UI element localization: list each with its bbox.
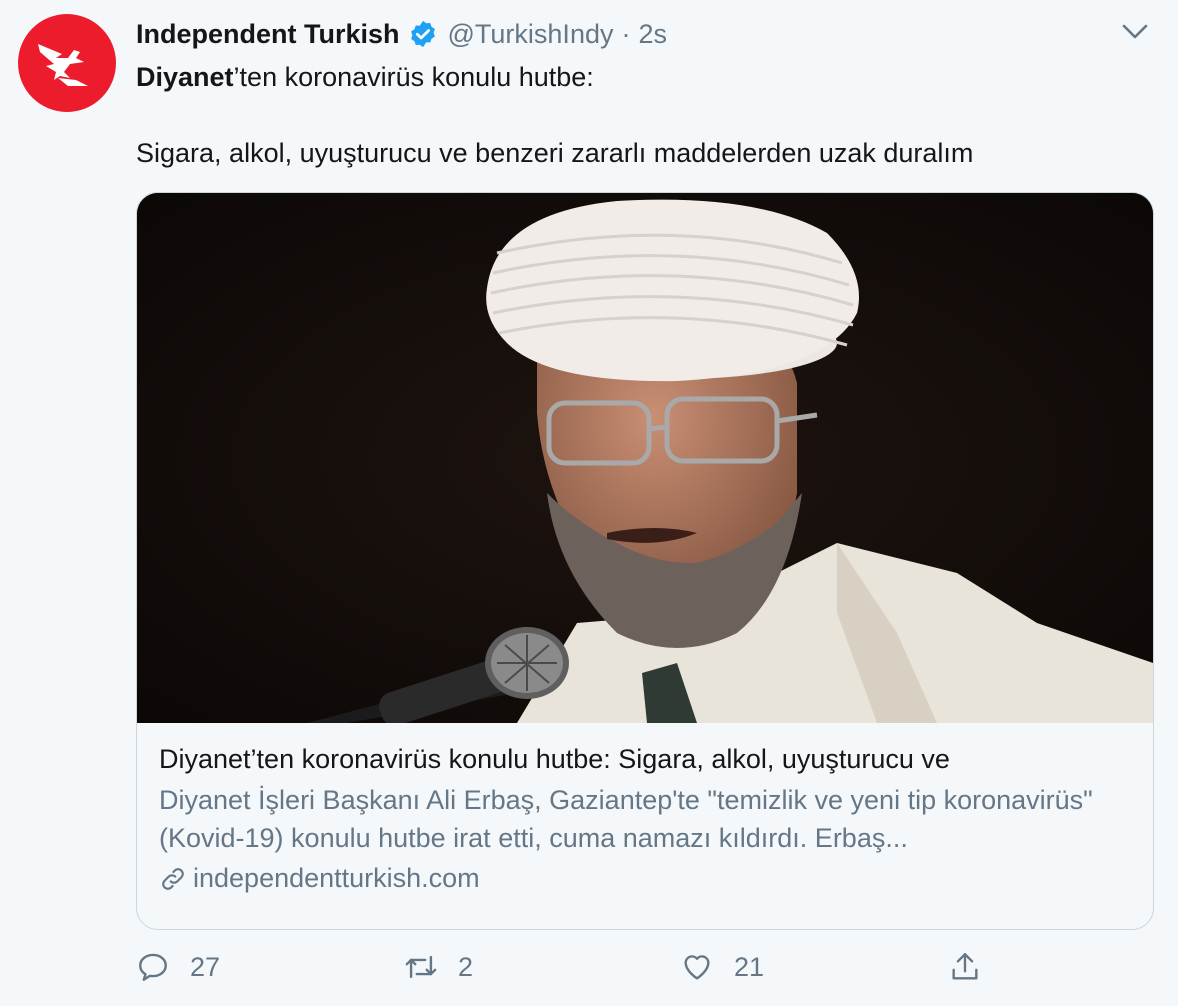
avatar[interactable] (18, 14, 116, 112)
tweet-text-rest: ’ten koronavirüs konulu hutbe: (233, 62, 594, 92)
tweet-timestamp[interactable]: 2s (638, 19, 667, 50)
reply-button[interactable]: 27 (136, 950, 220, 984)
share-icon (952, 953, 978, 980)
retweet-button[interactable]: 2 (404, 950, 473, 984)
tweet-header: Independent Turkish @TurkishIndy · 2s (136, 14, 667, 54)
card-body: Diyanet’ten koronavirüs konulu hutbe: Si… (159, 743, 1133, 894)
card-description: Diyanet İşleri Başkanı Ali Erbaş, Gazian… (159, 785, 1093, 853)
author-handle[interactable]: @TurkishIndy (448, 19, 614, 50)
tweet-text-line2: Sigara, alkol, uyuşturucu ve benzeri zar… (136, 138, 974, 168)
chevron-down-icon[interactable] (1120, 18, 1150, 44)
tweet-actions: 27 2 21 (136, 950, 1156, 990)
card-image[interactable] (137, 193, 1153, 723)
share-button[interactable] (948, 950, 982, 984)
card-domain: independentturkish.com (159, 863, 1133, 894)
card-title: Diyanet’ten koronavirüs konulu hutbe: Si… (159, 744, 950, 774)
retweet-icon (405, 955, 437, 979)
retweet-count: 2 (458, 951, 474, 982)
verified-badge-icon (410, 20, 435, 48)
tweet-text-bold: Diyanet (136, 62, 234, 92)
heart-icon (684, 955, 710, 980)
tweet-text-line1: Diyanet’ten koronavirüs konulu hutbe: (136, 62, 594, 93)
author-name[interactable]: Independent Turkish (136, 19, 400, 50)
like-count: 21 (734, 951, 765, 982)
card-domain-text: independentturkish.com (193, 863, 480, 893)
link-icon (162, 867, 184, 890)
link-card[interactable]: Diyanet’ten koronavirüs konulu hutbe: Si… (136, 192, 1154, 930)
reply-count: 27 (190, 951, 221, 982)
reply-icon (139, 953, 167, 981)
separator-dot: · (621, 18, 631, 49)
like-button[interactable]: 21 (680, 950, 764, 984)
independent-eagle-logo-icon (38, 44, 88, 86)
